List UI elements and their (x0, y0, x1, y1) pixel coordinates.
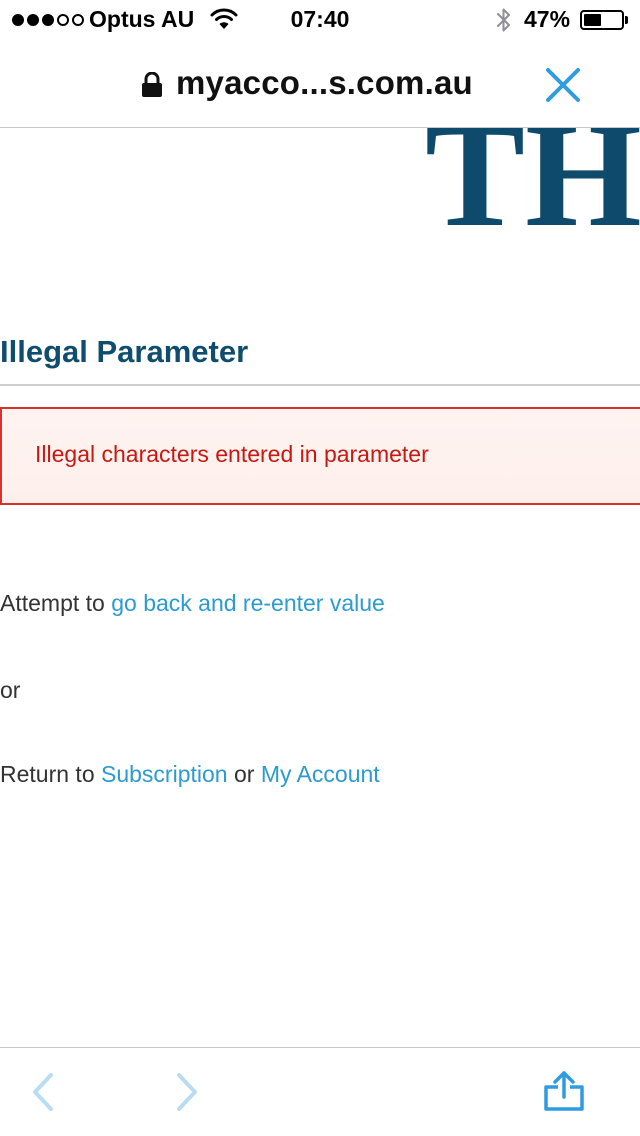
lock-icon (142, 72, 162, 97)
browser-toolbar (0, 1047, 640, 1136)
battery-icon (580, 10, 624, 30)
share-icon[interactable] (542, 1070, 586, 1112)
bluetooth-icon (497, 8, 510, 32)
error-message: Illegal characters entered in parameter (35, 441, 429, 467)
or-text: or (0, 677, 21, 703)
battery-level-fill (584, 14, 601, 26)
go-back-link[interactable]: go back and re-enter value (111, 590, 385, 616)
address-bar[interactable]: myacco...s.com.au (0, 40, 640, 128)
return-line: Return to Subscription or My Account (0, 761, 380, 788)
divider (0, 384, 640, 386)
error-alert: Illegal characters entered in parameter (0, 407, 640, 505)
page-title: Illegal Parameter (0, 334, 249, 369)
status-bar: Optus AU 07:40 47% (0, 0, 640, 40)
return-prefix: Return to (0, 761, 101, 787)
return-or: or (227, 761, 261, 787)
retry-prefix: Attempt to (0, 590, 112, 616)
close-icon[interactable] (544, 66, 582, 104)
chevron-right-icon[interactable] (174, 1072, 200, 1112)
screen: Optus AU 07:40 47% myacco...s.com.au TH … (0, 0, 640, 1136)
retry-line: Attempt to go back and re-enter value (0, 590, 385, 617)
chevron-left-icon[interactable] (30, 1072, 56, 1112)
subscription-link[interactable]: Subscription (101, 761, 228, 787)
url-text[interactable]: myacco...s.com.au (176, 64, 473, 102)
battery-percentage: 47% (524, 6, 571, 32)
battery-cap (625, 16, 628, 24)
my-account-link[interactable]: My Account (261, 761, 380, 787)
